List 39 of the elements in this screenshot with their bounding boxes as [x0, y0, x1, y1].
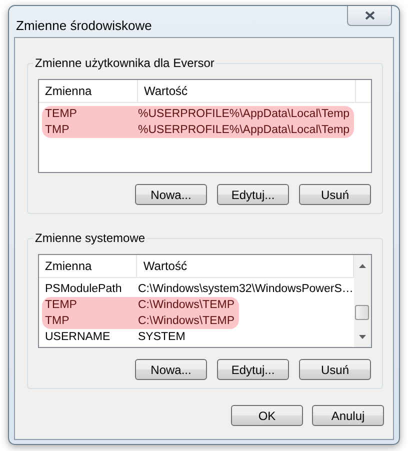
dialog-button[interactable]: OK — [231, 405, 303, 426]
column-header[interactable]: Wartość — [138, 80, 356, 102]
dialog-button[interactable]: Usuń — [299, 184, 371, 205]
highlighted-row[interactable]: TEMP %USERPROFILE%\AppData\Local\Temp — [42, 106, 354, 122]
scroll-up-icon[interactable] — [359, 264, 366, 268]
close-button[interactable] — [347, 6, 392, 26]
scroll-down-icon[interactable] — [359, 335, 366, 339]
highlighted-row[interactable]: TMP %USERPROFILE%\AppData\Local\Temp — [42, 122, 354, 138]
list-box[interactable]: Zmienna Wartość TEMP %USERPROFILE%\AppData\Local\Temp TMP %USERPROFILE%\AppData\Local\Temp — [39, 80, 371, 172]
dialog-button[interactable]: Usuń — [299, 359, 371, 380]
dialog-button[interactable]: Edytuj... — [217, 184, 289, 205]
group-title: Zmienne systemowe — [33, 231, 148, 245]
highlighted-row[interactable]: TMP C:\Windows\TEMP — [42, 313, 238, 329]
column-header[interactable]: Zmienna — [39, 255, 138, 277]
column-header[interactable]: Zmienna — [39, 80, 138, 102]
variable-name: PSModulePath — [44, 282, 123, 297]
window-title: Zmienne środowiskowe — [16, 18, 152, 33]
dialog-button[interactable]: Edytuj... — [217, 359, 289, 380]
list-row[interactable]: USERNAME SYSTEM — [42, 329, 190, 345]
dialog-button[interactable]: Anuluj — [312, 405, 384, 426]
dialog-button[interactable]: Nowa... — [135, 184, 207, 205]
variable-name: USERNAME — [44, 330, 112, 345]
scrollbar[interactable] — [354, 255, 371, 347]
variable-value: %USERPROFILE%\AppData\Local\Temp — [138, 123, 350, 138]
variable-name: TMP — [44, 314, 70, 329]
variable-name: TMP — [44, 123, 70, 138]
close-icon — [364, 11, 374, 20]
variable-value: SYSTEM — [138, 330, 186, 345]
highlighted-row[interactable]: TEMP C:\Windows\TEMP — [42, 297, 238, 313]
variable-name: TEMP — [44, 298, 78, 313]
group-title: Zmienne użytkownika dla Eversor — [33, 56, 216, 70]
dialog-button[interactable]: Nowa... — [135, 359, 207, 380]
scroll-thumb[interactable] — [355, 305, 369, 320]
variable-value: C:\Windows\system32\WindowsPowerS… — [138, 282, 354, 297]
variable-value: C:\Windows\TEMP — [138, 298, 234, 313]
list-row[interactable]: PSModulePath C:\Windows\system32\WindowsPowerS… — [42, 281, 358, 297]
variable-value: C:\Windows\TEMP — [138, 314, 234, 329]
variable-value: %USERPROFILE%\AppData\Local\Temp — [138, 107, 350, 122]
variable-name: TEMP — [44, 107, 78, 122]
